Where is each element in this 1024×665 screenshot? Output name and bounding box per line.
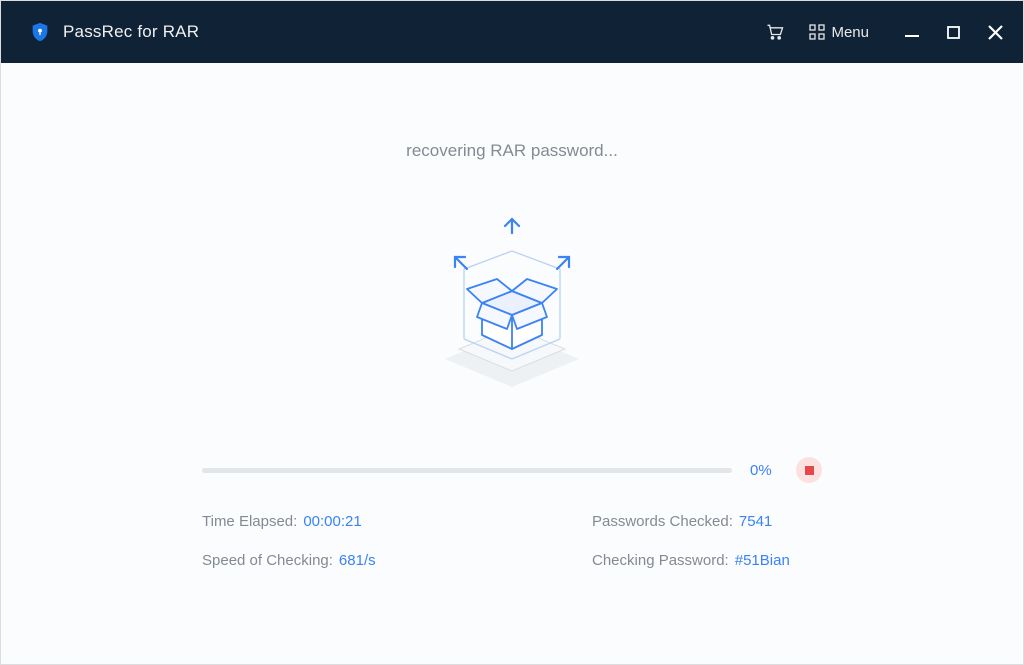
stat-checking-password: Checking Password: #51Bian <box>512 552 822 569</box>
stats-grid: Time Elapsed: 00:00:21 Passwords Checked… <box>202 513 822 569</box>
stat-value: 681/s <box>339 552 376 569</box>
progress-percent: 0% <box>750 462 778 479</box>
close-button[interactable] <box>988 25 1003 40</box>
stat-label: Speed of Checking: <box>202 552 333 569</box>
stat-label: Passwords Checked: <box>592 513 733 530</box>
window-controls <box>905 25 1003 40</box>
progress-row: 0% <box>202 457 822 483</box>
menu-label: Menu <box>831 24 869 41</box>
menu-button[interactable]: Menu <box>809 24 869 41</box>
minimize-button[interactable] <box>905 25 919 39</box>
titlebar: PassRec for RAR Menu <box>1 1 1023 63</box>
cart-icon <box>765 22 785 42</box>
titlebar-right: Menu <box>765 22 1003 42</box>
main-content: recovering RAR password... <box>1 63 1023 664</box>
cart-button[interactable] <box>765 22 785 42</box>
app-shield-icon <box>29 21 51 43</box>
stop-button[interactable] <box>796 457 822 483</box>
stat-label: Checking Password: <box>592 552 729 569</box>
stop-icon <box>805 466 814 475</box>
stat-value: 00:00:21 <box>303 513 361 530</box>
maximize-button[interactable] <box>947 26 960 39</box>
titlebar-left: PassRec for RAR <box>29 21 199 43</box>
stat-value: 7541 <box>739 513 772 530</box>
grid-icon <box>809 24 825 40</box>
box-illustration <box>407 211 617 401</box>
progress-bar <box>202 468 732 473</box>
stat-value: #51Bian <box>735 552 790 569</box>
stat-speed: Speed of Checking: 681/s <box>202 552 512 569</box>
stat-passwords-checked: Passwords Checked: 7541 <box>512 513 822 530</box>
stat-label: Time Elapsed: <box>202 513 297 530</box>
status-text: recovering RAR password... <box>406 141 618 161</box>
stat-time-elapsed: Time Elapsed: 00:00:21 <box>202 513 512 530</box>
app-title: PassRec for RAR <box>63 22 199 42</box>
